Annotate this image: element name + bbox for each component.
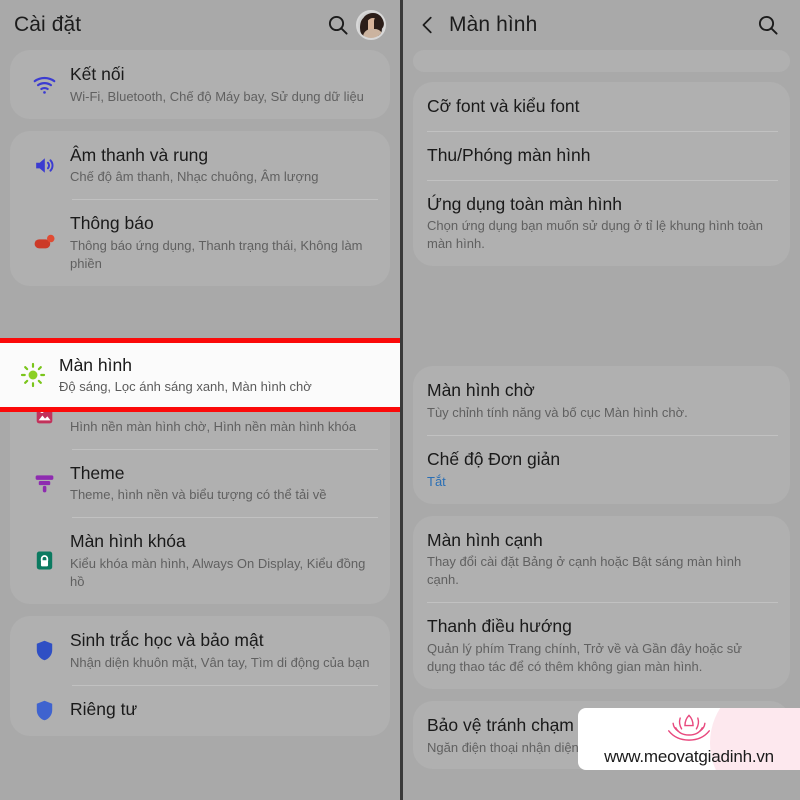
row-title: Ứng dụng toàn màn hình [427,193,622,214]
page-title: Cài đặt [14,13,82,36]
row-title: Theme [70,462,125,483]
back-chevron-icon[interactable] [417,14,439,36]
row-subtitle: Chọn ứng dụng bạn muốn sử dụng ở tỉ lệ k… [427,218,764,252]
row-text: Thông báo Thông báo ứng dụng, Thanh trạn… [70,212,374,273]
sidebar-item-biometrics-security[interactable]: Sinh trắc học và bảo mật Nhận diện khuôn… [10,616,390,685]
theme-brush-icon [24,471,70,496]
list-item-screen-zoom[interactable]: Thu/Phóng màn hình [413,130,790,180]
row-subtitle: Tắt [427,473,446,489]
row-text: Màn hình Độ sáng, Lọc ánh sáng xanh, Màn… [59,354,389,397]
sidebar-item-connections[interactable]: Kết nối Wi-Fi, Bluetooth, Chế độ Máy bay… [10,50,390,119]
avatar-body [363,29,383,38]
row[interactable]: Màn hình Độ sáng, Lọc ánh sáng xanh, Màn… [0,344,400,407]
notification-icon [24,230,70,255]
settings-group-personalization: Màn hình nền Hình nền màn hình chờ, Hình… [10,380,390,604]
dual-screenshot: Cài đặt Kết nối Wi-Fi, Bluetooth, Chế độ… [0,0,800,800]
list-item-navigation-bar[interactable]: Thanh điều hướng Quản lý phím Trang chín… [413,602,790,689]
row-title: Thu/Phóng màn hình [427,144,591,165]
row-title: Sinh trắc học và bảo mật [70,630,264,650]
row-subtitle: Chế độ âm thanh, Nhạc chuông, Âm lượng [70,169,319,185]
row-title: Thông báo [70,213,154,234]
row-subtitle: Kiểu khóa màn hình, Always On Display, K… [70,556,366,590]
row-title: Màn hình cạnh [427,529,543,550]
page-title: Màn hình [449,13,538,36]
display-group-font: Cỡ font và kiểu font Thu/Phóng màn hình … [413,82,790,267]
row-title: Chế độ Đơn giản [427,448,561,469]
avatar[interactable] [356,10,386,40]
search-icon[interactable] [756,13,780,37]
left-header: Cài đặt [0,0,400,50]
row-text: Ứng dụng toàn màn hình Chọn ứng dụng bạn… [427,193,774,254]
row-text: Riêng tư [70,698,374,721]
list-item-easy-mode[interactable]: Chế độ Đơn giản Tắt [413,434,790,504]
row-subtitle: Theme, hình nền và biểu tượng có thể tải… [70,487,327,503]
row-subtitle: Quản lý phím Trang chính, Trở về và Gần … [427,640,742,674]
volume-icon [24,153,70,178]
settings-main-panel: Cài đặt Kết nối Wi-Fi, Bluetooth, Chế độ… [0,0,400,800]
sidebar-item-privacy[interactable]: Riêng tư [10,684,390,736]
row-text: Thanh điều hướng Quản lý phím Trang chín… [427,615,774,676]
row-title: Âm thanh và rung [70,144,209,165]
row-title: Thanh điều hướng [427,616,572,637]
row-text: Cỡ font và kiểu font [427,95,774,118]
row-subtitle: Thay đổi cài đặt Bảng ở cạnh hoặc Bật sá… [427,554,742,588]
row-text: Theme Theme, hình nền và biểu tượng có t… [70,462,374,505]
watermark-url: www.meovatgiadinh.vn [604,747,774,766]
privacy-icon [24,698,70,723]
right-header: Màn hình [403,0,800,50]
row-title: Màn hình chờ [427,380,535,401]
row-text: Sinh trắc học và bảo mật Nhận diện khuôn… [70,629,374,672]
row-title: Kết nối [70,64,125,84]
right-scroll-area[interactable]: Cỡ font và kiểu font Thu/Phóng màn hình … [403,50,800,770]
sidebar-item-notifications[interactable]: Thông báo Thông báo ứng dụng, Thanh trạn… [10,199,390,286]
shield-icon [24,638,70,663]
highlight-spacer-right [413,278,790,366]
list-item-fullscreen-apps[interactable]: Ứng dụng toàn màn hình Chọn ứng dụng bạn… [413,179,790,267]
search-icon[interactable] [326,13,350,37]
row-title: Màn hình [59,354,132,375]
watermark: www.meovatgiadinh.vn [578,708,800,770]
list-item-screensaver[interactable]: Màn hình chờ Tùy chỉnh tính năng và bố c… [413,366,790,435]
settings-group-security: Sinh trắc học và bảo mật Nhận diện khuôn… [10,616,390,736]
row-text: Màn hình cạnh Thay đổi cài đặt Bảng ở cạ… [427,529,774,590]
row-subtitle: Wi-Fi, Bluetooth, Chế độ Máy bay, Sử dụn… [70,88,364,104]
row-title: Cỡ font và kiểu font [427,96,580,116]
highlighted-sidebar-item-display[interactable]: Màn hình Độ sáng, Lọc ánh sáng xanh, Màn… [0,338,400,412]
sidebar-item-sound[interactable]: Âm thanh và rung Chế độ âm thanh, Nhạc c… [10,131,390,200]
display-settings-panel: Màn hình Cỡ font và kiểu font Thu/Phóng … [400,0,800,800]
list-item-edge-screen[interactable]: Màn hình cạnh Thay đổi cài đặt Bảng ở cạ… [413,516,790,603]
settings-group-sound-notifications: Âm thanh và rung Chế độ âm thanh, Nhạc c… [10,130,390,286]
row-text: Chế độ Đơn giản Tắt [427,448,774,491]
lock-screen-icon [24,548,70,573]
row-text: Màn hình khóa Kiểu khóa màn hình, Always… [70,530,374,591]
row-text: Âm thanh và rung Chế độ âm thanh, Nhạc c… [70,144,374,187]
row-title: Màn hình khóa [70,531,186,552]
wifi-icon [24,72,70,97]
sidebar-item-theme[interactable]: Theme Theme, hình nền và biểu tượng có t… [10,448,390,518]
lotus-flower-icon [658,711,720,746]
display-group-screensaver: Màn hình chờ Tùy chỉnh tính năng và bố c… [413,366,790,504]
row-subtitle: Hình nền màn hình chờ, Hình nền màn hình… [70,418,357,434]
row-text: Thu/Phóng màn hình [427,144,774,167]
partial-card-top [413,50,790,72]
row-subtitle: Tùy chỉnh tính năng và bố cục Màn hình c… [427,404,688,420]
list-item-font-size[interactable]: Cỡ font và kiểu font [413,82,790,131]
row-subtitle: Thông báo ứng dụng, Thanh trạng thái, Kh… [70,238,363,272]
row-text: Kết nối Wi-Fi, Bluetooth, Chế độ Máy bay… [70,63,374,106]
row-subtitle: Nhận diện khuôn mặt, Vân tay, Tìm di độn… [70,654,370,670]
row-title: Riêng tư [70,698,138,719]
settings-group-connections: Kết nối Wi-Fi, Bluetooth, Chế độ Máy bay… [10,50,390,119]
brightness-icon [13,362,59,388]
row-subtitle: Độ sáng, Lọc ánh sáng xanh, Màn hình chờ [59,379,312,395]
sidebar-item-lockscreen[interactable]: Màn hình khóa Kiểu khóa màn hình, Always… [10,517,390,604]
display-group-edge-nav: Màn hình cạnh Thay đổi cài đặt Bảng ở cạ… [413,515,790,689]
row-text: Màn hình chờ Tùy chỉnh tính năng và bố c… [427,379,774,422]
